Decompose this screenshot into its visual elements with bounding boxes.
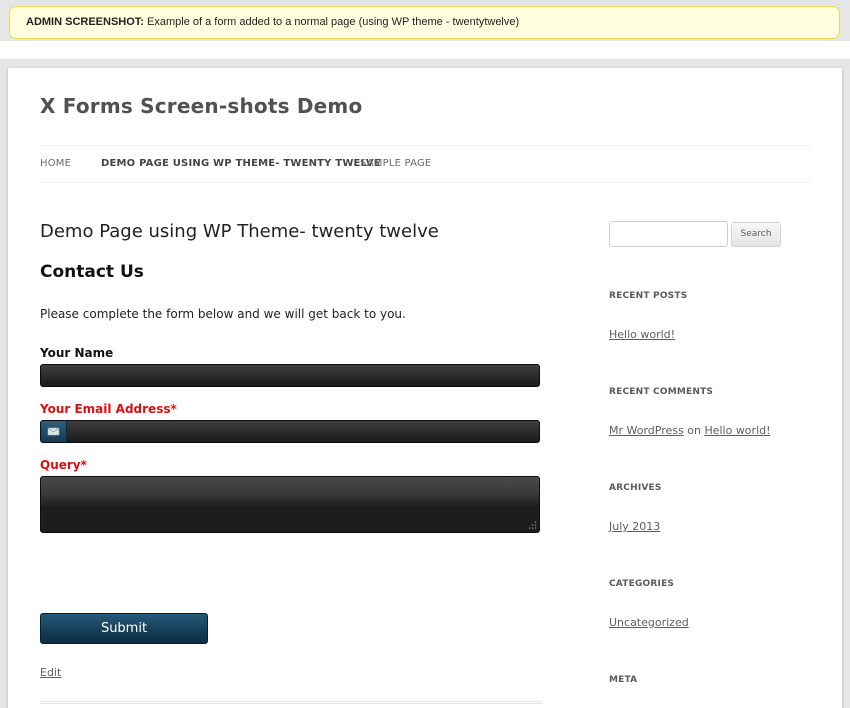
query-textarea[interactable] bbox=[40, 476, 540, 533]
page-title: Demo Page using WP Theme- twenty twelve bbox=[40, 221, 439, 242]
name-label: Your Name bbox=[40, 346, 114, 360]
edit-link[interactable]: Edit bbox=[40, 666, 61, 679]
widget-title-recent-posts: RECENT POSTS bbox=[609, 291, 688, 301]
nav-item-sample-page[interactable]: SAMPLE PAGE bbox=[360, 146, 431, 182]
comment-author-link[interactable]: Mr WordPress bbox=[609, 424, 684, 437]
query-label: Query* bbox=[40, 458, 87, 472]
content-divider bbox=[40, 701, 542, 704]
category-link[interactable]: Uncategorized bbox=[609, 616, 689, 629]
widget-title-categories: CATEGORIES bbox=[609, 579, 675, 589]
search-button[interactable]: Search bbox=[731, 222, 781, 247]
email-field[interactable] bbox=[40, 420, 540, 443]
recent-comment: Mr WordPress on Hello world! bbox=[609, 424, 771, 437]
name-field[interactable] bbox=[40, 364, 540, 387]
widget-title-archives: ARCHIVES bbox=[609, 483, 662, 493]
nav-item-home[interactable]: HOME bbox=[40, 146, 71, 182]
comment-post-link[interactable]: Hello world! bbox=[704, 424, 770, 437]
main-content: Demo Page using WP Theme- twenty twelve … bbox=[40, 218, 542, 704]
main-navigation: HOME DEMO PAGE USING WP THEME- TWENTY TW… bbox=[40, 145, 810, 183]
form-intro: Please complete the form below and we wi… bbox=[40, 307, 406, 321]
envelope-icon bbox=[41, 421, 67, 442]
required-mark: * bbox=[170, 402, 177, 416]
archive-item[interactable]: July 2013 bbox=[609, 520, 660, 533]
recent-post-text[interactable]: Hello world! bbox=[609, 328, 675, 341]
search-input[interactable] bbox=[609, 221, 728, 247]
recent-post-link[interactable]: Hello world! bbox=[609, 328, 675, 341]
category-item[interactable]: Uncategorized bbox=[609, 616, 689, 629]
submit-button[interactable]: Submit bbox=[40, 613, 208, 644]
resize-grip-icon[interactable] bbox=[527, 520, 537, 530]
nav-item-demo-page[interactable]: DEMO PAGE USING WP THEME- TWENTY TWELVE bbox=[101, 146, 381, 182]
email-label: Your Email Address* bbox=[40, 402, 177, 416]
email-label-text: Your Email Address bbox=[40, 402, 171, 416]
widget-title-meta: META bbox=[609, 675, 638, 685]
notice-text: Example of a form added to a normal page… bbox=[147, 16, 520, 28]
site-title[interactable]: X Forms Screen-shots Demo bbox=[40, 94, 362, 118]
top-band bbox=[0, 41, 850, 59]
query-label-text: Query bbox=[40, 458, 81, 472]
form-heading: Contact Us bbox=[40, 262, 144, 282]
admin-notice: ADMIN SCREENSHOT: Example of a form adde… bbox=[9, 6, 840, 39]
comment-on-text: on bbox=[687, 424, 701, 437]
notice-label: ADMIN SCREENSHOT: bbox=[26, 16, 144, 28]
page-container: X Forms Screen-shots Demo HOME DEMO PAGE… bbox=[8, 68, 842, 708]
archive-link[interactable]: July 2013 bbox=[609, 520, 660, 533]
widget-title-recent-comments: RECENT COMMENTS bbox=[609, 387, 714, 397]
required-mark: * bbox=[80, 458, 87, 472]
